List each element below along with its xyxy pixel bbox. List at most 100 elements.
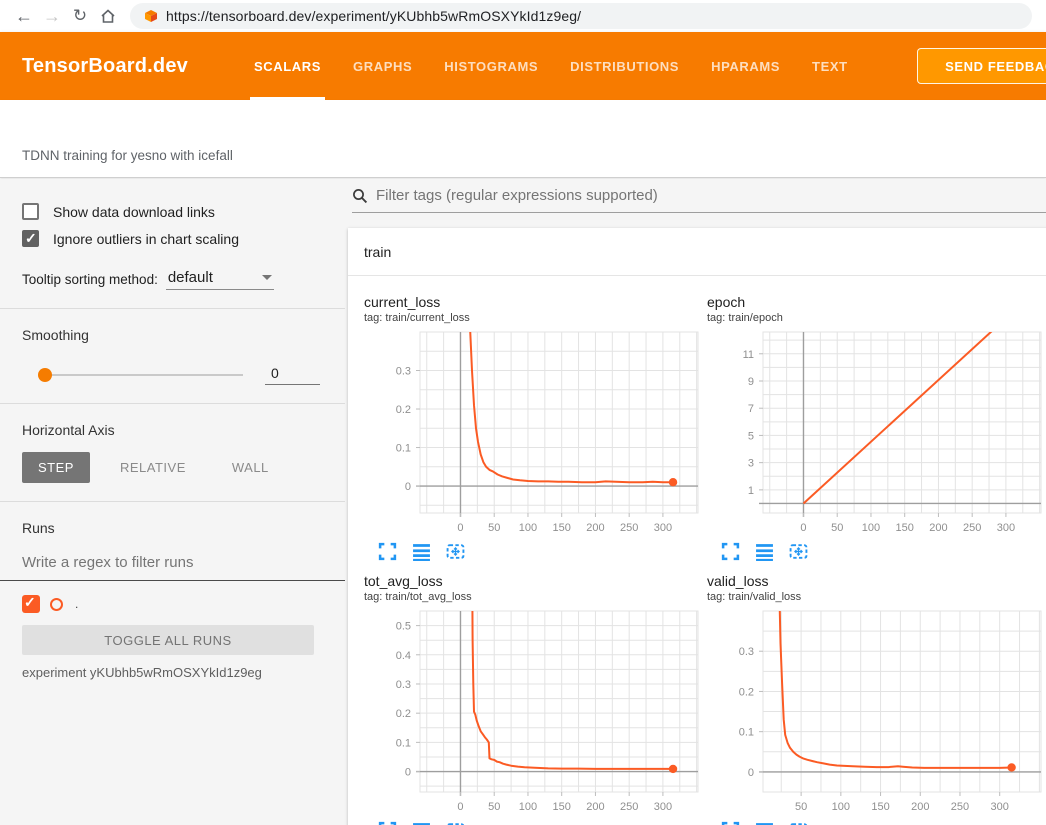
- forward-icon[interactable]: →: [38, 2, 66, 30]
- brand-logo[interactable]: TensorBoard.dev: [22, 55, 188, 78]
- svg-text:100: 100: [832, 801, 850, 813]
- slider-knob[interactable]: [38, 368, 52, 382]
- experiment-id-label: experiment yKUbhb5wRmOSXYkId1z9eg: [22, 665, 323, 680]
- show-download-links-checkbox[interactable]: Show data download links: [0, 203, 345, 220]
- ignore-outliers-checkbox[interactable]: Ignore outliers in chart scaling: [0, 230, 345, 247]
- runs-regex-input[interactable]: Write a regex to filter runs: [0, 554, 345, 581]
- chart-card-epoch: epoch tag: train/epoch 05010015020025030…: [707, 294, 1045, 561]
- svg-text:5: 5: [748, 430, 754, 442]
- chart-tag: tag: train/tot_avg_loss: [364, 591, 702, 603]
- svg-text:300: 300: [997, 522, 1015, 534]
- chart-title: valid_loss: [707, 573, 1045, 589]
- axis-step-button[interactable]: STEP: [22, 452, 90, 483]
- horizontal-axis-label: Horizontal Axis: [0, 422, 345, 438]
- experiment-title-band: TDNN training for yesno with icefall: [0, 100, 1046, 178]
- divider: [0, 403, 345, 404]
- url-bar[interactable]: https://tensorboard.dev/experiment/yKUbh…: [130, 3, 1032, 29]
- horizontal-axis-buttons: STEP RELATIVE WALL: [0, 452, 345, 483]
- svg-text:50: 50: [831, 522, 843, 534]
- search-icon: [352, 188, 368, 204]
- checkbox-unchecked-icon[interactable]: [22, 203, 39, 220]
- log-scale-icon[interactable]: [412, 542, 431, 561]
- expand-icon[interactable]: [721, 542, 740, 561]
- svg-text:100: 100: [862, 522, 880, 534]
- svg-text:250: 250: [620, 801, 638, 813]
- browser-toolbar: ← → ↻ https://tensorboard.dev/experiment…: [0, 0, 1046, 32]
- svg-text:0.2: 0.2: [396, 708, 411, 720]
- filter-tags-placeholder: Filter tags (regular expressions support…: [376, 187, 658, 204]
- svg-text:50: 50: [488, 522, 500, 534]
- home-icon[interactable]: [94, 2, 122, 30]
- fit-domain-icon[interactable]: [446, 821, 465, 825]
- checkbox-checked-icon[interactable]: [22, 230, 39, 247]
- svg-text:9: 9: [748, 376, 754, 388]
- axis-wall-button[interactable]: WALL: [216, 452, 285, 483]
- svg-text:0.3: 0.3: [396, 679, 411, 691]
- tab-text[interactable]: TEXT: [796, 32, 864, 100]
- chart-card-current-loss: current_loss tag: train/current_loss 050…: [364, 294, 702, 561]
- filter-tags-input[interactable]: Filter tags (regular expressions support…: [352, 187, 1046, 213]
- fit-domain-icon[interactable]: [446, 542, 465, 561]
- fit-domain-icon[interactable]: [789, 542, 808, 561]
- tab-graphs[interactable]: GRAPHS: [337, 32, 428, 100]
- log-scale-icon[interactable]: [755, 821, 774, 825]
- send-feedback-button[interactable]: SEND FEEDBACK: [917, 48, 1046, 84]
- log-scale-icon[interactable]: [755, 542, 774, 561]
- svg-text:300: 300: [654, 522, 672, 534]
- tab-distributions[interactable]: DISTRIBUTIONS: [554, 32, 695, 100]
- url-text: https://tensorboard.dev/experiment/yKUbh…: [166, 8, 581, 24]
- toggle-all-runs-button[interactable]: TOGGLE ALL RUNS: [22, 625, 314, 655]
- line-chart[interactable]: 05010015020025030000.10.20.3: [364, 330, 702, 540]
- charts-grid: current_loss tag: train/current_loss 050…: [348, 276, 1046, 825]
- svg-text:200: 200: [911, 801, 929, 813]
- svg-text:0.1: 0.1: [739, 727, 754, 739]
- svg-text:300: 300: [654, 801, 672, 813]
- scalars-dashboard: Filter tags (regular expressions support…: [345, 179, 1046, 825]
- tab-histograms[interactable]: HISTOGRAMS: [428, 32, 554, 100]
- svg-text:11: 11: [743, 349, 754, 361]
- runs-label: Runs: [0, 520, 345, 536]
- smoothing-value-input[interactable]: 0: [265, 365, 320, 385]
- chart-actions: [364, 821, 702, 825]
- svg-text:0.1: 0.1: [396, 737, 411, 749]
- smoothing-slider[interactable]: [40, 374, 243, 376]
- smoothing-control: 0: [0, 365, 345, 385]
- expand-icon[interactable]: [378, 542, 397, 561]
- svg-text:0: 0: [405, 481, 411, 493]
- svg-text:1: 1: [748, 485, 754, 497]
- run-name: .: [75, 597, 78, 611]
- divider: [0, 501, 345, 502]
- svg-text:0.2: 0.2: [739, 686, 754, 698]
- back-icon[interactable]: ←: [10, 2, 38, 30]
- svg-text:250: 250: [963, 522, 981, 534]
- chart-title: epoch: [707, 294, 1045, 310]
- tab-scalars[interactable]: SCALARS: [238, 32, 337, 100]
- line-chart[interactable]: 5010015020025030000.10.20.3: [707, 609, 1045, 819]
- tooltip-sorting-select[interactable]: default: [166, 269, 274, 290]
- svg-text:0.3: 0.3: [739, 646, 754, 658]
- train-section-header[interactable]: train: [348, 228, 1046, 276]
- run-checkbox-checked-icon[interactable]: [22, 595, 40, 613]
- tensorboard-page: ← → ↻ https://tensorboard.dev/experiment…: [0, 0, 1046, 825]
- chart-tag: tag: train/epoch: [707, 312, 1045, 324]
- run-color-circle-icon[interactable]: [50, 598, 63, 611]
- axis-relative-button[interactable]: RELATIVE: [104, 452, 202, 483]
- fit-domain-icon[interactable]: [789, 821, 808, 825]
- settings-sidebar: Show data download links Ignore outliers…: [0, 179, 345, 825]
- expand-icon[interactable]: [721, 821, 740, 825]
- svg-text:150: 150: [553, 522, 571, 534]
- tab-hparams[interactable]: HPARAMS: [695, 32, 796, 100]
- refresh-icon[interactable]: ↻: [66, 2, 94, 30]
- svg-text:100: 100: [519, 522, 537, 534]
- svg-text:250: 250: [620, 522, 638, 534]
- log-scale-icon[interactable]: [412, 821, 431, 825]
- expand-icon[interactable]: [378, 821, 397, 825]
- svg-text:0.2: 0.2: [396, 404, 411, 416]
- line-chart[interactable]: 05010015020025030000.10.20.30.40.5: [364, 609, 702, 819]
- line-chart[interactable]: 0501001502002503001357911: [707, 330, 1045, 540]
- tensorboard-favicon: [144, 9, 158, 23]
- divider: [0, 308, 345, 309]
- svg-text:7: 7: [748, 403, 754, 415]
- run-list-item: .: [0, 595, 345, 613]
- svg-text:0: 0: [457, 801, 463, 813]
